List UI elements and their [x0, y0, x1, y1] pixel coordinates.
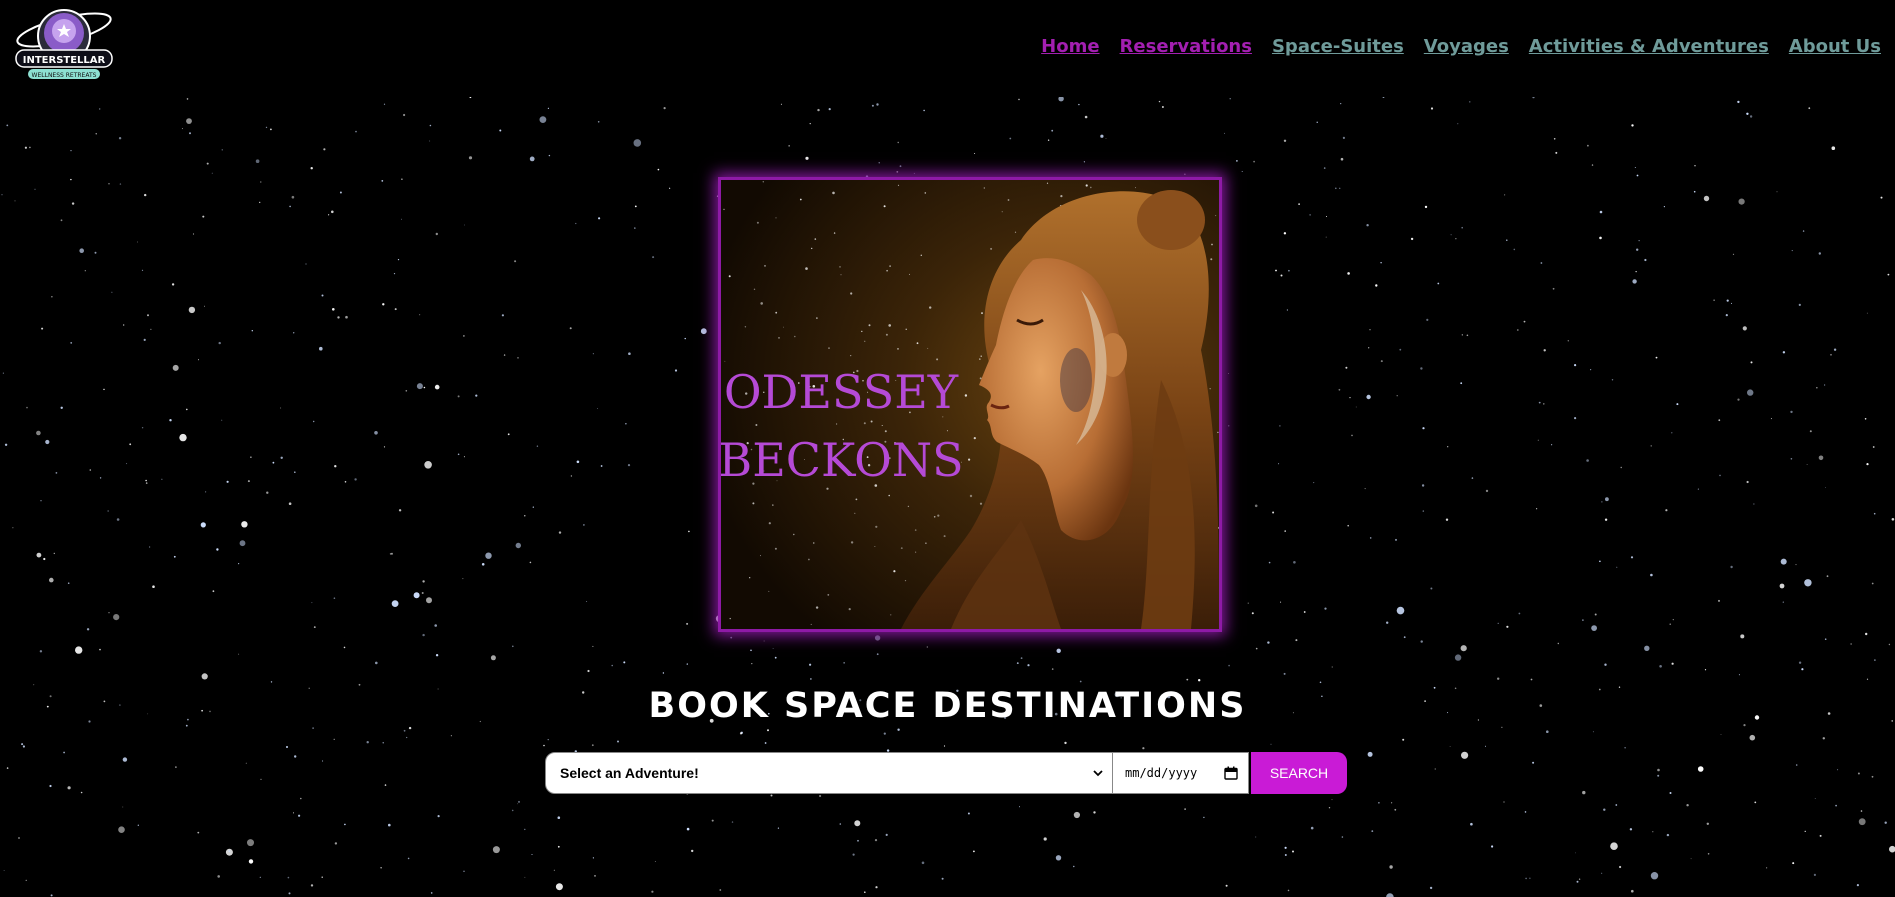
booking-title: BOOK SPACE DESTINATIONS — [648, 686, 1247, 726]
date-input[interactable]: mm/dd/yyyy — [1113, 752, 1249, 794]
search-button[interactable]: SEARCH — [1251, 752, 1347, 794]
hero-title-line2: BECKONS — [721, 433, 964, 487]
page: INTERSTELLAR WELLNESS RETREATS Home Rese… — [0, 0, 1895, 897]
nav-space-suites-link[interactable]: Space-Suites — [1272, 36, 1404, 57]
main-nav: Home Reservations Space-Suites Voyages A… — [1041, 36, 1881, 57]
interstellar-logo[interactable]: INTERSTELLAR WELLNESS RETREATS — [12, 6, 116, 88]
chevron-down-icon — [1093, 770, 1103, 777]
adventure-select[interactable]: Select an Adventure! — [545, 752, 1113, 794]
nav-activities-adventures-link[interactable]: Activities & Adventures — [1529, 36, 1769, 57]
nav-voyages-link[interactable]: Voyages — [1424, 36, 1509, 57]
nav-about-us-link[interactable]: About Us — [1789, 36, 1881, 57]
booking-search-bar: Select an Adventure! mm/dd/yyyy SEARCH — [545, 752, 1347, 794]
hero-banner: ODESSEY BECKONS — [718, 177, 1222, 632]
hero-title-line1: ODESSEY — [724, 365, 959, 419]
logo-text: INTERSTELLAR — [23, 55, 106, 66]
nav-reservations-link[interactable]: Reservations — [1120, 36, 1252, 57]
calendar-icon[interactable] — [1224, 766, 1238, 780]
logo-subtext: WELLNESS RETREATS — [32, 72, 97, 79]
site-header: INTERSTELLAR WELLNESS RETREATS Home Rese… — [0, 0, 1895, 97]
nav-home-link[interactable]: Home — [1041, 36, 1099, 57]
date-input-placeholder: mm/dd/yyyy — [1125, 766, 1198, 780]
hero-image: ODESSEY BECKONS — [721, 180, 1219, 629]
adventure-select-value: Select an Adventure! — [560, 765, 699, 781]
